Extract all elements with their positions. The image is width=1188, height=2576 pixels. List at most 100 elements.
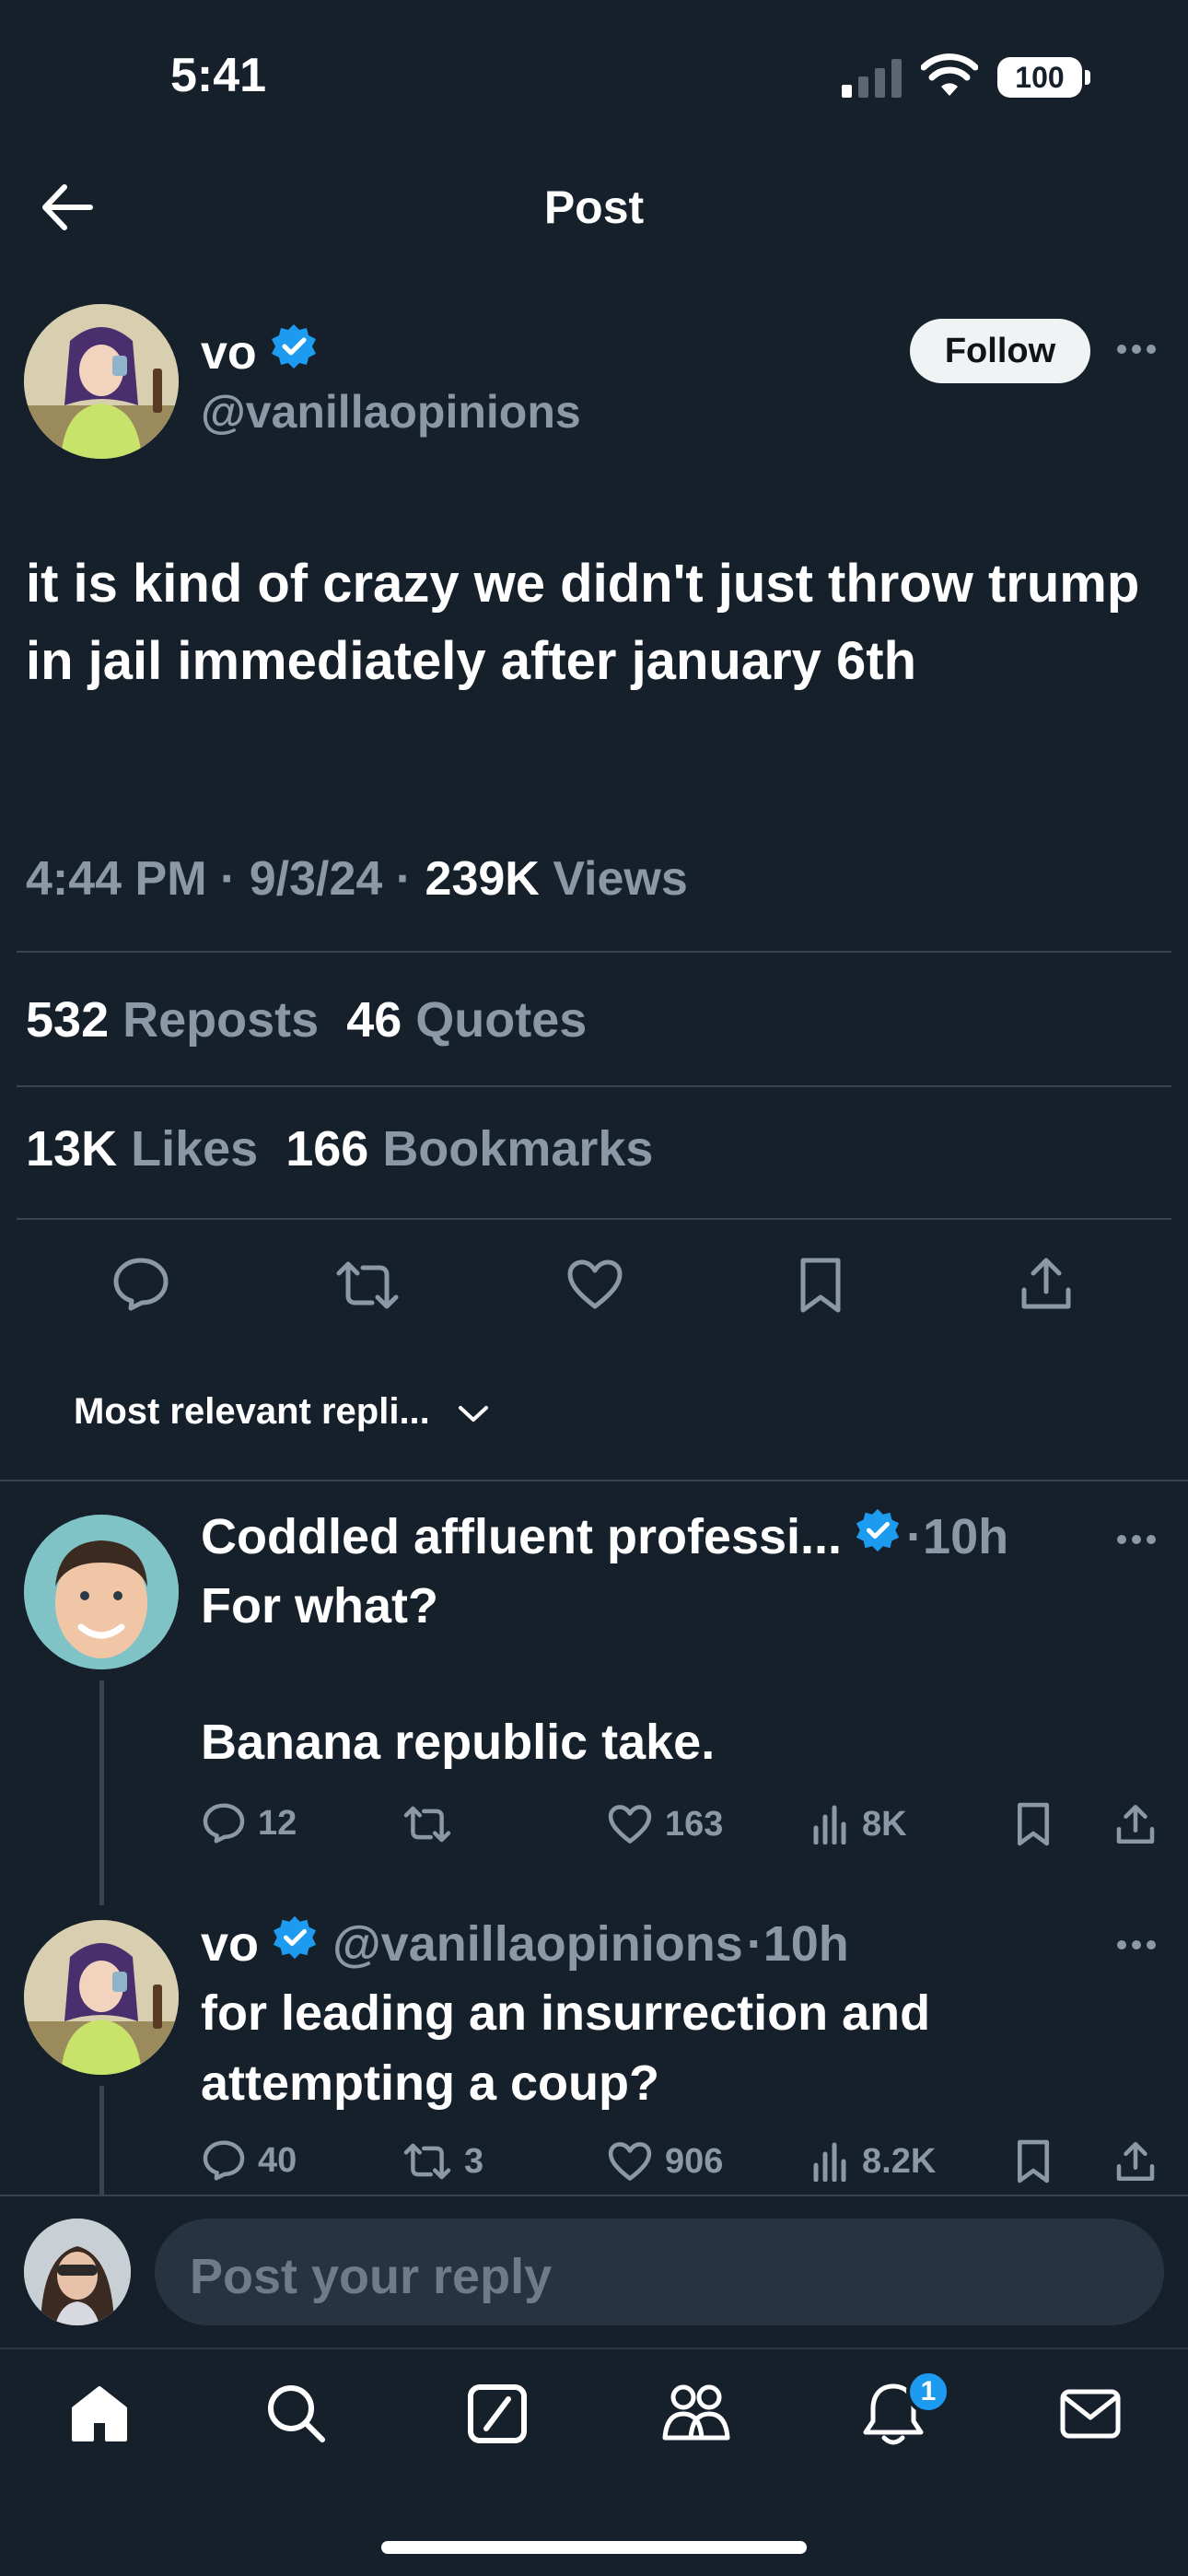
bookmarks-label[interactable]: Bookmarks	[382, 1121, 653, 1177]
reply-avatar[interactable]	[24, 1515, 179, 1669]
reply-author-handle[interactable]: @vanillaopinions	[332, 1915, 743, 1973]
communities-icon[interactable]	[661, 2381, 731, 2450]
reply-like-count: 906	[665, 2141, 724, 2181]
quotes-count[interactable]: 46	[346, 992, 402, 1048]
reply-reply-action[interactable]: 40	[203, 2139, 297, 2182]
reply-repost-action[interactable]	[403, 1804, 464, 1844]
home-indicator	[381, 2541, 807, 2554]
reply-repost-action[interactable]: 3	[403, 2141, 483, 2182]
reply-sort-dropdown[interactable]: Most relevant repli...	[74, 1391, 489, 1433]
repost-icon[interactable]	[335, 1259, 400, 1312]
reply-icon	[203, 1803, 245, 1844]
bookmark-icon[interactable]	[799, 1257, 842, 1314]
reply-composer-placeholder: Post your reply	[190, 2249, 553, 2304]
reply-bookmark-icon[interactable]	[1017, 2139, 1050, 2184]
post-text: it is kind of crazy we didn't just throw…	[26, 554, 1140, 691]
views-count: 239K	[425, 852, 540, 906]
divider	[17, 1085, 1171, 1087]
battery-indicator: 100	[997, 57, 1082, 98]
reply-icon	[203, 2140, 245, 2181]
repost-icon	[403, 2143, 451, 2180]
reply-text-line: For what?	[201, 1578, 438, 1633]
author-handle[interactable]: @vanillaopinions	[201, 385, 581, 439]
reply-like-count: 163	[665, 1804, 724, 1844]
reply-reply-count: 12	[258, 1803, 297, 1843]
home-icon[interactable]	[68, 2383, 131, 2450]
more-options-icon[interactable]	[1116, 343, 1157, 356]
reply-avatar[interactable]	[24, 1920, 179, 2075]
verified-badge-icon	[272, 1914, 318, 1973]
battery-cap	[1085, 70, 1090, 85]
likes-label[interactable]: Likes	[131, 1121, 258, 1177]
likes-bookmarks-row: 13K Likes 166 Bookmarks	[26, 1120, 653, 1177]
reply-more-options-icon[interactable]	[1116, 1533, 1157, 1546]
post-meta: 4:44 PM · 9/3/24 · 239K Views	[26, 851, 688, 907]
current-user-avatar[interactable]	[24, 2219, 131, 2325]
cellular-signal-icon	[840, 57, 904, 98]
meta-separator: ·	[906, 1508, 924, 1564]
divider	[0, 2195, 1188, 2196]
reply-time: 10h	[923, 1508, 1009, 1564]
meta-separator: ·	[382, 852, 425, 906]
messages-envelope-icon[interactable]	[1059, 2386, 1122, 2446]
author-avatar[interactable]	[24, 304, 179, 459]
reply-views-count: 8K	[862, 1804, 907, 1844]
reply-share-icon[interactable]	[1116, 2139, 1155, 2184]
reposts-count[interactable]: 532	[26, 992, 109, 1048]
reply-more-options-icon[interactable]	[1116, 1938, 1157, 1951]
views-label: Views	[553, 852, 688, 906]
reply-text-line: for leading an insurrection and	[201, 1985, 931, 2041]
reply-like-action[interactable]: 906	[608, 2141, 723, 2182]
reply-bookmark-icon[interactable]	[1017, 1802, 1050, 1846]
reply-share-icon[interactable]	[1116, 1802, 1155, 1846]
views-chart-icon	[813, 1805, 846, 1844]
wifi-icon	[921, 53, 978, 98]
divider	[17, 951, 1171, 953]
reply-author-name[interactable]: vo	[201, 1915, 259, 1973]
reply-author-name[interactable]: Coddled affluent professi...	[201, 1508, 842, 1565]
bookmarks-count[interactable]: 166	[285, 1121, 368, 1177]
post-date: 9/3/24	[249, 852, 383, 906]
reply-icon[interactable]	[112, 1257, 169, 1312]
reply-text-line: Banana republic take.	[201, 1715, 716, 1770]
thread-line	[99, 2086, 104, 2196]
reply-views-action[interactable]: 8.2K	[812, 2141, 936, 2182]
reply-header: Coddled affluent professi... · 10h	[201, 1507, 1008, 1565]
reply-views-action[interactable]: 8K	[812, 1804, 907, 1844]
divider	[17, 1218, 1171, 1220]
battery-level: 100	[1015, 61, 1065, 94]
reply-repost-count: 3	[464, 2141, 484, 2181]
chevron-down-icon	[458, 1391, 489, 1433]
reply-reply-count: 40	[258, 2140, 297, 2180]
like-heart-icon	[608, 1805, 652, 1844]
follow-button[interactable]: Follow	[910, 319, 1090, 383]
thread-line	[99, 1680, 104, 1905]
search-icon[interactable]	[265, 2383, 328, 2450]
notifications-badge: 1	[906, 2370, 950, 2414]
meta-separator: ·	[746, 1915, 763, 1972]
reply-reply-action[interactable]: 12	[203, 1802, 297, 1844]
reply-views-count: 8.2K	[862, 2141, 937, 2181]
repost-icon	[403, 1806, 451, 1843]
reply-time: 10h	[763, 1915, 849, 1972]
like-heart-icon[interactable]	[566, 1259, 623, 1310]
share-icon[interactable]	[1020, 1255, 1072, 1312]
meta-separator: ·	[206, 852, 250, 906]
divider	[0, 1480, 1188, 1481]
views-chart-icon	[813, 2142, 846, 2182]
divider	[0, 2348, 1188, 2349]
likes-count[interactable]: 13K	[26, 1121, 117, 1177]
like-heart-icon	[608, 2142, 652, 2181]
author-name[interactable]: vo	[201, 322, 318, 382]
quotes-label[interactable]: Quotes	[415, 992, 587, 1048]
author-name-text[interactable]: vo	[201, 325, 257, 381]
reply-sort-label[interactable]: Most relevant repli...	[74, 1391, 430, 1433]
verified-badge-icon	[855, 1507, 901, 1565]
grok-icon[interactable]	[466, 2383, 529, 2450]
reply-composer-input[interactable]: Post your reply	[155, 2219, 1164, 2325]
verified-badge-icon	[270, 322, 318, 382]
reply-like-action[interactable]: 163	[608, 1804, 723, 1844]
page-title: Post	[543, 181, 645, 233]
reposts-label[interactable]: Reposts	[122, 992, 319, 1048]
post-time: 4:44 PM	[26, 852, 207, 906]
